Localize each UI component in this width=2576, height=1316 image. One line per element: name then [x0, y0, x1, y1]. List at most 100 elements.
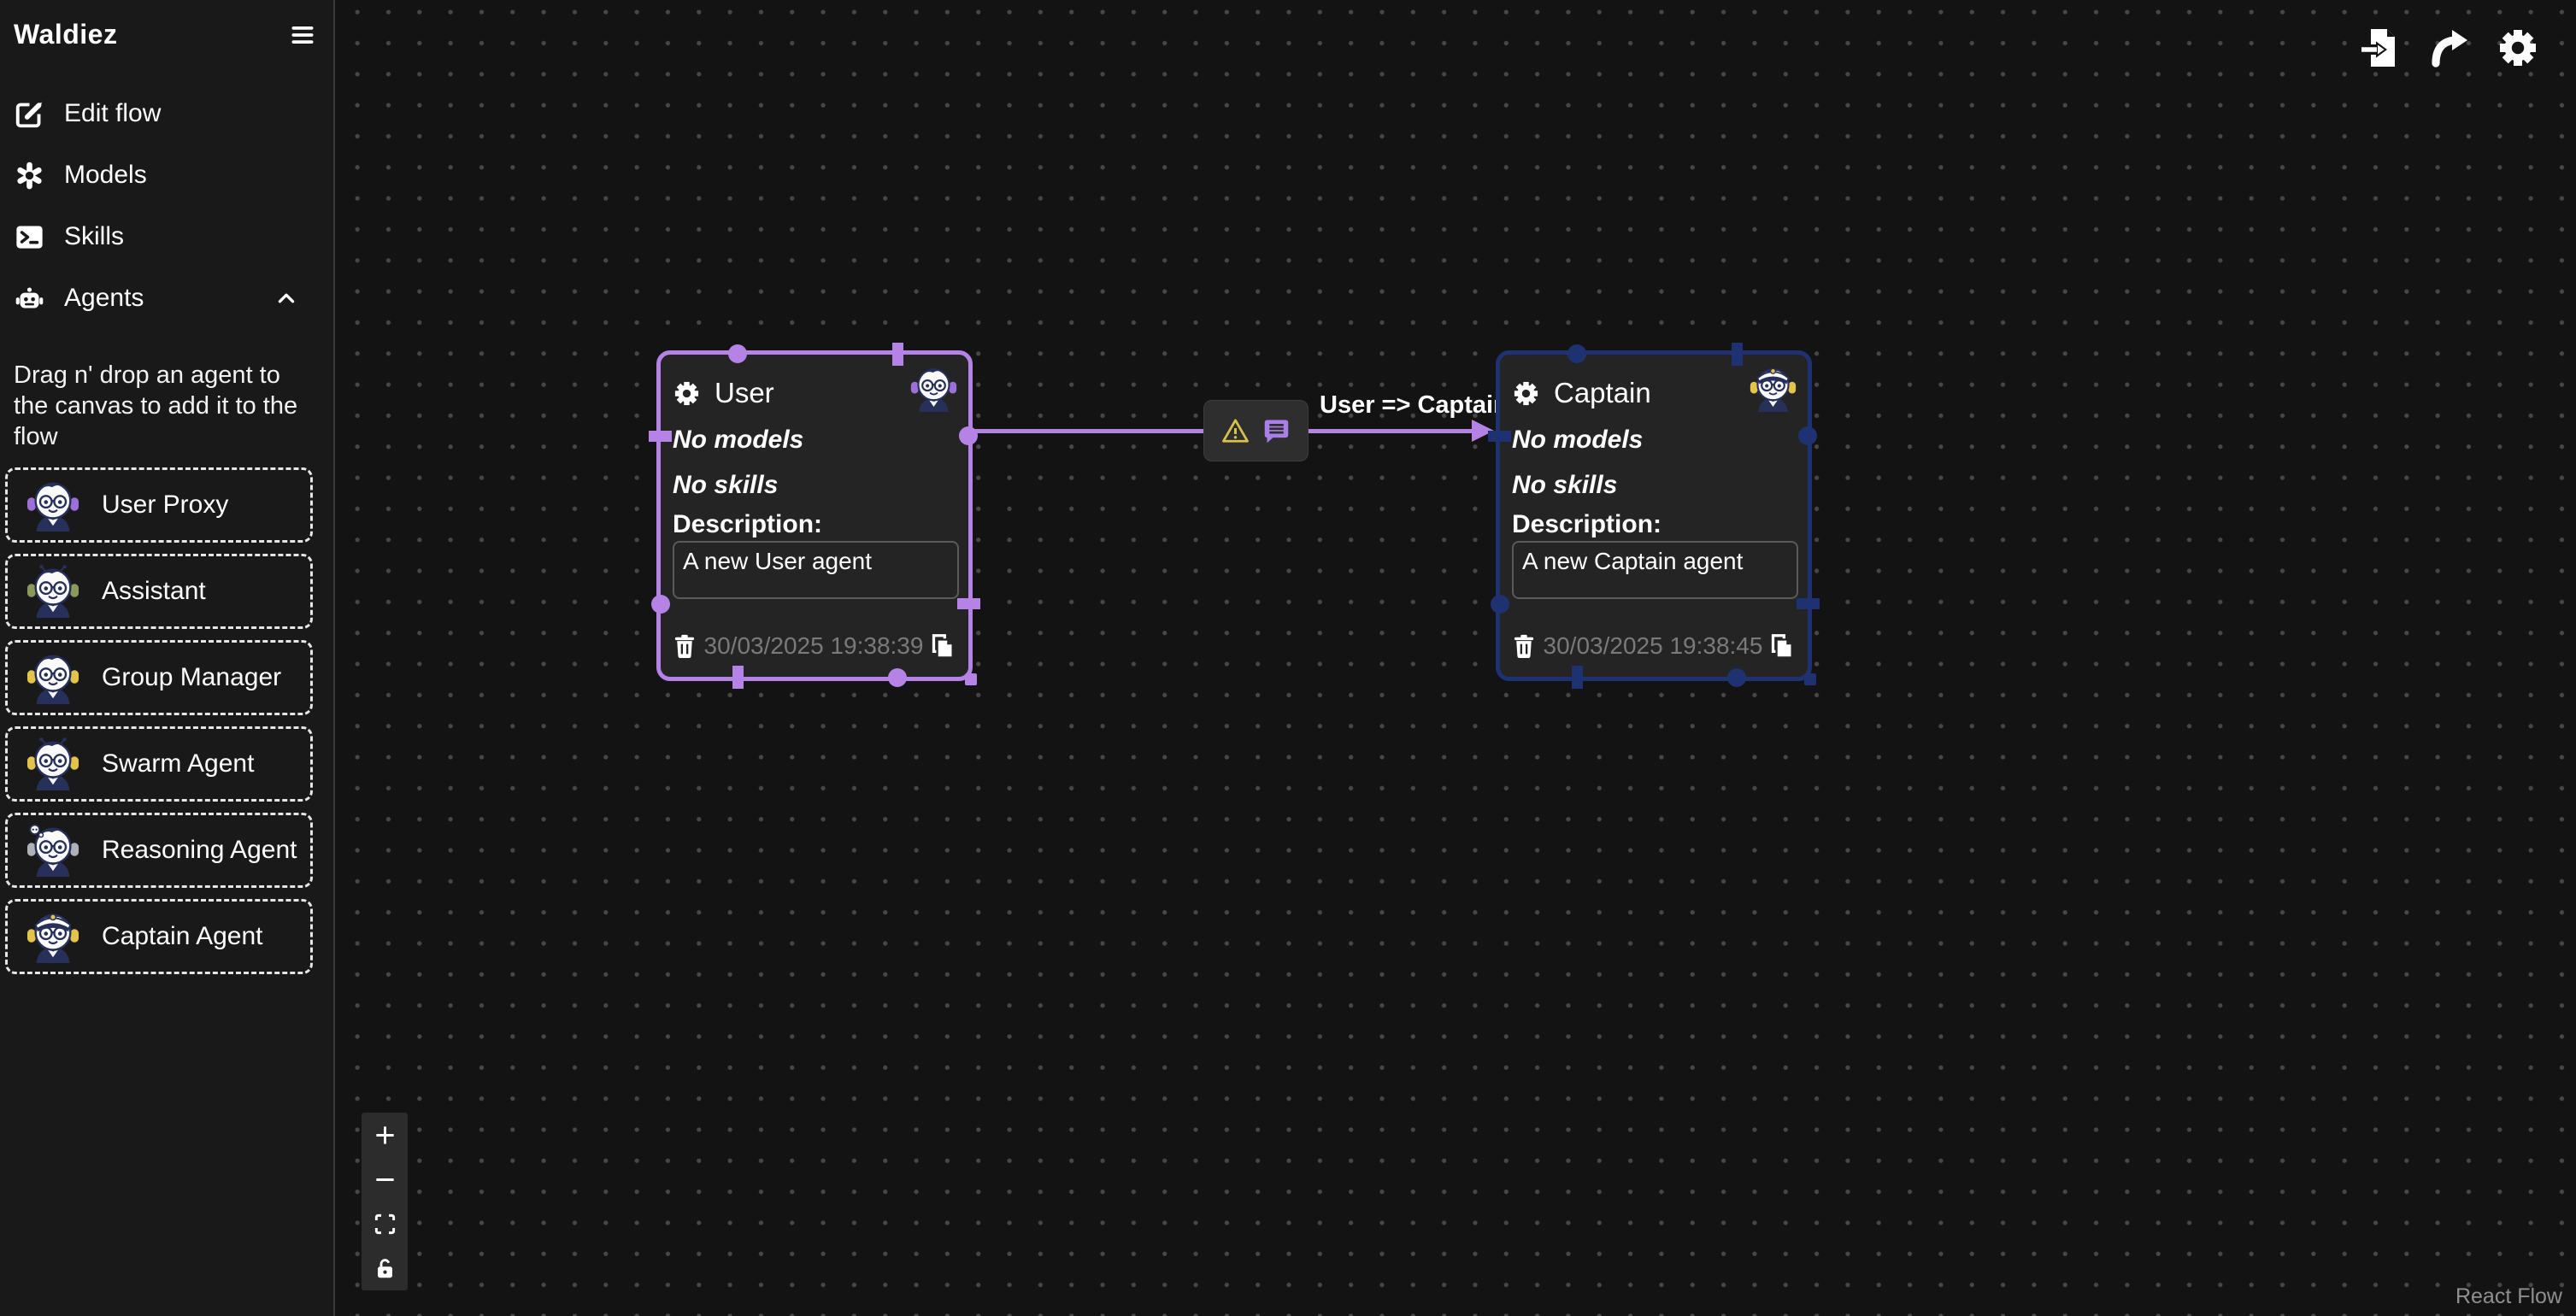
captain-node-avatar [1750, 365, 1797, 412]
agent-card-label: Captain Agent [102, 922, 262, 951]
node-captain[interactable]: Captain No models No skills Description:… [1496, 350, 1812, 681]
agent-palette: User Proxy Assistant Group Manager Swarm… [5, 467, 313, 974]
waldiez-app: Waldiez Edit flow Models Skills Agents [0, 0, 2576, 1316]
share-icon[interactable] [2429, 27, 2470, 68]
handle-right-target[interactable] [1797, 598, 1820, 609]
agent-card-label: Group Manager [102, 663, 281, 692]
warning-icon[interactable] [1221, 417, 1250, 445]
sidebar-item-edit-flow[interactable]: Edit flow [0, 83, 333, 144]
agent-card-group-manager[interactable]: Group Manager [5, 640, 313, 715]
agent-card-reasoning-agent[interactable]: Reasoning Agent [5, 813, 313, 888]
app-title: Waldiez [14, 19, 117, 50]
node-models-status: No models [1512, 426, 1643, 455]
swarm-agent-avatar [26, 737, 79, 790]
handle-bottom-target[interactable] [1572, 666, 1583, 689]
sidebar-menu: Edit flow Models Skills Agents [0, 83, 333, 329]
copy-icon[interactable] [1770, 634, 1794, 658]
zoom-out-button[interactable] [362, 1157, 408, 1201]
agent-card-assistant[interactable]: Assistant [5, 554, 313, 629]
terminal-icon [15, 223, 44, 251]
resize-handle[interactable] [1804, 673, 1816, 685]
settings-icon[interactable] [2497, 27, 2538, 68]
edge-label-box[interactable] [1203, 400, 1309, 461]
handle-top-target[interactable] [1732, 343, 1743, 366]
assistant-avatar [26, 565, 79, 618]
node-footer: 30/03/2025 19:38:45 [1512, 633, 1794, 659]
resize-handle[interactable] [965, 673, 977, 685]
copy-icon[interactable] [931, 634, 955, 658]
handle-top-source[interactable] [1567, 344, 1586, 363]
description-textarea[interactable]: A new Captain agent [1512, 541, 1798, 599]
gear-icon[interactable] [1513, 380, 1539, 407]
sidebar-item-skills[interactable]: Skills [0, 206, 333, 267]
zoom-controls [362, 1113, 408, 1290]
sidebar-item-models[interactable]: Models [0, 144, 333, 206]
models-icon [15, 162, 44, 190]
description-textarea[interactable]: A new User agent [673, 541, 959, 599]
node-title: Captain [1554, 377, 1651, 409]
agent-card-captain-agent[interactable]: Captain Agent [5, 899, 313, 974]
canvas-toolbar [2361, 27, 2538, 68]
node-skills-status: No skills [673, 471, 778, 500]
agent-card-label: Reasoning Agent [102, 836, 297, 865]
agent-card-swarm-agent[interactable]: Swarm Agent [5, 726, 313, 802]
handle-top-source[interactable] [728, 344, 747, 363]
chevron-up-icon[interactable] [275, 287, 297, 309]
handle-top-target[interactable] [892, 343, 903, 366]
agent-card-user-proxy[interactable]: User Proxy [5, 467, 313, 543]
zoom-in-button[interactable] [362, 1113, 408, 1157]
node-models-status: No models [673, 426, 803, 455]
trash-icon[interactable] [1512, 634, 1536, 658]
handle-left-source[interactable] [1491, 595, 1509, 614]
group-manager-avatar [26, 651, 79, 704]
robot-icon [15, 285, 44, 313]
node-skills-status: No skills [1512, 471, 1617, 500]
sidebar-item-agents[interactable]: Agents [0, 267, 333, 329]
handle-bottom-source[interactable] [1727, 668, 1746, 687]
flow-canvas[interactable]: User => Captain User No models No skills… [335, 0, 2576, 1316]
user-node-avatar [910, 365, 957, 412]
handle-bottom-target[interactable] [732, 666, 744, 689]
trash-icon[interactable] [673, 634, 697, 658]
agent-card-label: Swarm Agent [102, 749, 254, 778]
handle-left-source[interactable] [651, 595, 670, 614]
gear-icon[interactable] [673, 380, 700, 407]
handle-right-target[interactable] [957, 598, 980, 609]
drag-hint-text: Drag n' drop an agent to the canvas to a… [14, 360, 321, 452]
node-timestamp: 30/03/2025 19:38:39 [704, 632, 924, 660]
fit-view-button[interactable] [362, 1201, 408, 1246]
lock-icon [373, 1257, 397, 1280]
agent-card-label: Assistant [102, 577, 206, 606]
sidebar-item-label: Models [64, 161, 147, 190]
handle-left-target[interactable] [649, 431, 672, 442]
chat-icon[interactable] [1262, 417, 1291, 445]
sidebar-item-label: Edit flow [64, 99, 161, 128]
sidebar: Waldiez Edit flow Models Skills Agents [0, 0, 335, 1316]
captain-agent-avatar [26, 910, 79, 963]
edge-caption: User => Captain [1320, 391, 1473, 420]
edit-icon [15, 100, 44, 128]
agent-card-label: User Proxy [102, 491, 228, 520]
react-flow-attribution[interactable]: React Flow [2455, 1284, 2562, 1309]
node-header: Captain [1513, 377, 1651, 409]
reasoning-agent-avatar [26, 824, 79, 877]
hamburger-menu-icon[interactable] [289, 22, 316, 48]
sidebar-header: Waldiez [0, 0, 333, 50]
node-title: User [715, 377, 774, 409]
handle-left-target[interactable] [1488, 431, 1511, 442]
sidebar-item-label: Skills [64, 222, 124, 251]
node-header: User [673, 377, 774, 409]
zoom-in-icon [373, 1124, 397, 1147]
import-icon[interactable] [2361, 27, 2402, 68]
handle-right-source[interactable] [1798, 426, 1817, 445]
description-label: Description: [673, 510, 822, 539]
description-label: Description: [1512, 510, 1661, 539]
fit-view-icon [373, 1213, 397, 1236]
node-user[interactable]: User No models No skills Description: A … [656, 350, 973, 681]
lock-button[interactable] [362, 1246, 408, 1290]
zoom-out-icon [373, 1168, 397, 1191]
handle-right-source[interactable] [959, 426, 978, 445]
node-timestamp: 30/03/2025 19:38:45 [1544, 632, 1763, 660]
handle-bottom-source[interactable] [888, 668, 907, 687]
user-proxy-avatar [26, 479, 79, 532]
